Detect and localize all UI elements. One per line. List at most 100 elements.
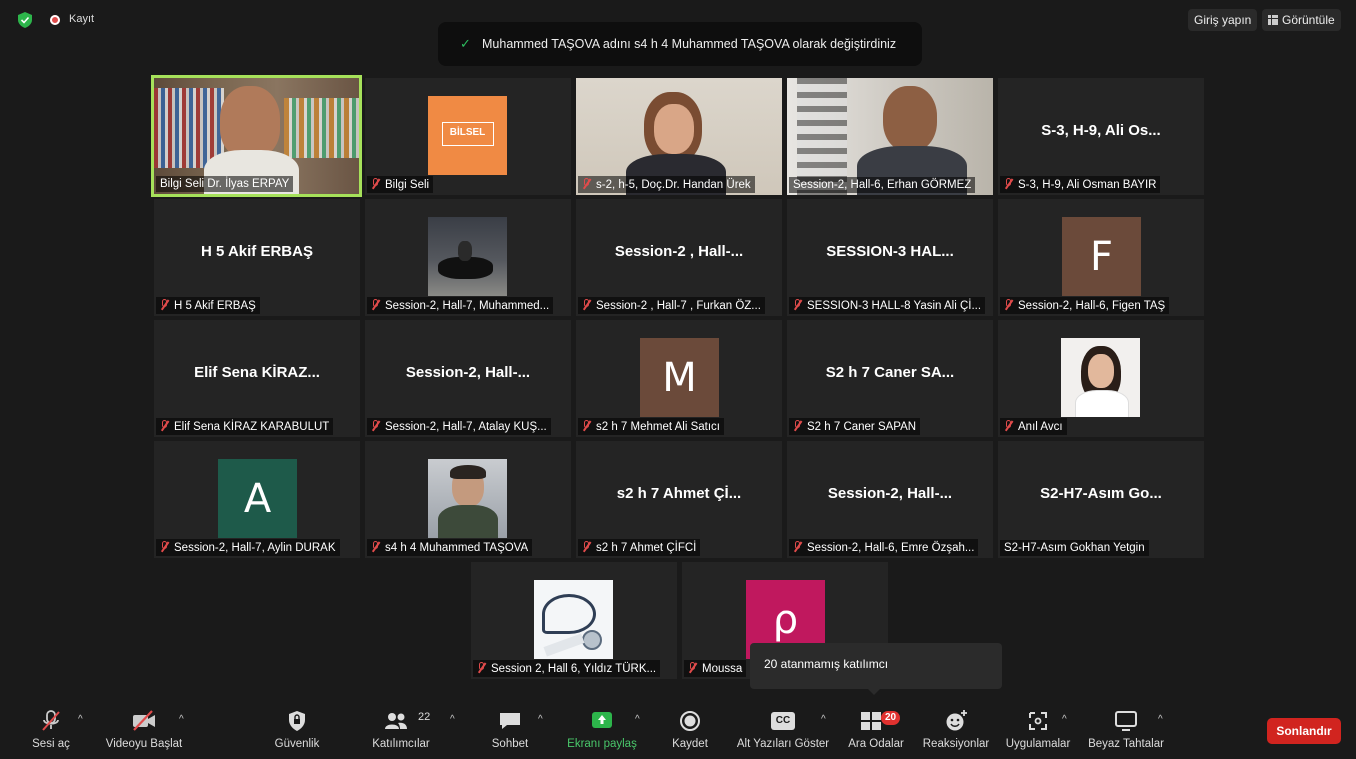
- notification-text: Muhammed TAŞOVA adını s4 h 4 Muhammed TA…: [482, 37, 897, 51]
- participant-name: s4 h 4 Muhammed TAŞOVA: [367, 539, 533, 556]
- avatar: F: [1062, 217, 1141, 296]
- security-label: Güvenlik: [274, 738, 320, 750]
- participant-name: s-2, h-5, Doç.Dr. Handan Ürek: [578, 176, 755, 193]
- avatar: A: [218, 459, 297, 538]
- participant-name: Session-2 , Hall-7 , Furkan ÖZ...: [578, 297, 765, 314]
- participant-name: SESSION-3 HALL-8 Yasin Ali Çİ...: [789, 297, 986, 314]
- participant-name: Elif Sena KİRAZ KARABULUT: [156, 418, 334, 435]
- participant-tile[interactable]: Session 2, Hall 6, Yıldız TÜRK...: [471, 562, 677, 679]
- participant-big-name: Elif Sena KİRAZ...: [194, 364, 320, 381]
- end-meeting-button[interactable]: Sonlandır: [1267, 718, 1341, 744]
- shield-icon: [289, 711, 305, 731]
- profile-photo: [428, 217, 507, 296]
- view-button[interactable]: Görüntüle: [1262, 9, 1341, 31]
- apps-button[interactable]: Uygulamalar: [1000, 703, 1076, 759]
- checkmark-icon: ✓: [460, 36, 471, 51]
- participant-big-name: Session-2 , Hall-...: [614, 243, 744, 260]
- recording-label[interactable]: Kayıt: [69, 13, 94, 25]
- participant-name: Session-2, Hall-7, Muhammed...: [367, 297, 554, 314]
- mic-muted-icon: [477, 662, 486, 674]
- chevron-up-icon[interactable]: ^: [450, 714, 455, 725]
- unmute-button[interactable]: Sesi aç: [24, 703, 78, 759]
- mic-muted-icon: [793, 420, 802, 432]
- login-button[interactable]: Giriş yapın: [1188, 9, 1258, 31]
- breakout-tooltip: 20 atanmamış katılımcı: [750, 643, 1002, 695]
- participant-tile[interactable]: s-2, h-5, Doç.Dr. Handan Ürek: [576, 78, 782, 195]
- participant-tile[interactable]: F Session-2, Hall-6, Figen TAŞ: [998, 199, 1204, 316]
- chevron-up-icon[interactable]: ^: [179, 714, 184, 725]
- reactions-button[interactable]: Reaksiyonlar: [920, 703, 992, 759]
- participants-count: 22: [418, 711, 431, 723]
- share-screen-button[interactable]: Ekranı paylaş: [564, 703, 640, 759]
- participant-big-name: SESSION-3 HAL...: [826, 243, 954, 260]
- participant-big-name: S2 h 7 Caner SA...: [825, 364, 955, 381]
- mic-muted-icon: [582, 541, 591, 553]
- captions-label: Alt Yazıları Göster: [736, 738, 830, 750]
- participant-name: Session-2, Hall-6, Erhan GÖRMEZ: [789, 177, 976, 193]
- chevron-up-icon[interactable]: ^: [821, 714, 826, 725]
- participant-tile[interactable]: S-3, H-9, Ali Os... S-3, H-9, Ali Osman …: [998, 78, 1204, 195]
- chevron-up-icon[interactable]: ^: [1062, 714, 1067, 725]
- participant-tile[interactable]: SESSION-3 HAL... SESSION-3 HALL-8 Yasin …: [787, 199, 993, 316]
- chevron-up-icon[interactable]: ^: [78, 714, 83, 725]
- participant-tile[interactable]: M s2 h 7 Mehmet Ali Satıcı: [576, 320, 782, 437]
- mic-muted-icon: [371, 541, 380, 553]
- captions-button[interactable]: CC Alt Yazıları Göster: [734, 703, 832, 759]
- participant-tile[interactable]: BİLSEL Bilgi Seli: [365, 78, 571, 195]
- whiteboards-button[interactable]: Beyaz Tahtalar: [1084, 703, 1168, 759]
- mic-muted-icon: [793, 541, 802, 553]
- participant-big-name: H 5 Akif ERBAŞ: [201, 243, 313, 260]
- closed-captions-icon: CC: [771, 712, 795, 730]
- record-button[interactable]: Kaydet: [664, 703, 716, 759]
- video-off-icon: [133, 710, 155, 731]
- chevron-up-icon[interactable]: ^: [1158, 714, 1163, 725]
- meeting-toolbar: Sesi aç ^ Videoyu Başlat ^ Güvenlik Katı…: [0, 703, 1356, 759]
- start-video-button[interactable]: Videoyu Başlat: [101, 703, 187, 759]
- participant-tile[interactable]: A Session-2, Hall-7, Aylin DURAK: [154, 441, 360, 558]
- chevron-up-icon[interactable]: ^: [635, 714, 640, 725]
- participant-tile[interactable]: Session-2, Hall-7, Muhammed...: [365, 199, 571, 316]
- participant-name: H 5 Akif ERBAŞ: [156, 297, 260, 314]
- participant-tile[interactable]: H 5 Akif ERBAŞ H 5 Akif ERBAŞ: [154, 199, 360, 316]
- participant-name: S2 h 7 Caner SAPAN: [789, 418, 921, 435]
- mic-muted-icon: [582, 420, 591, 432]
- share-screen-label: Ekranı paylaş: [567, 738, 637, 750]
- participant-name: Session 2, Hall 6, Yıldız TÜRK...: [473, 660, 661, 677]
- avatar: M: [640, 338, 719, 417]
- participant-tile[interactable]: Session-2, Hall-... Session-2, Hall-6, E…: [787, 441, 993, 558]
- mic-muted-icon: [688, 662, 697, 674]
- mic-muted-icon: [42, 710, 60, 731]
- breakout-rooms-label: Ara Odalar: [848, 738, 904, 750]
- participant-name: S-3, H-9, Ali Osman BAYIR: [1000, 176, 1161, 193]
- record-icon: [680, 711, 700, 731]
- apps-icon: [1029, 712, 1047, 730]
- chat-button[interactable]: Sohbet: [484, 703, 536, 759]
- profile-photo: [428, 459, 507, 538]
- participant-tile[interactable]: Bilgi Seli Dr. İlyas ERPAY: [151, 75, 362, 197]
- breakout-rooms-icon: [861, 712, 881, 730]
- participant-name: Bilgi Seli Dr. İlyas ERPAY: [156, 176, 294, 192]
- chevron-up-icon[interactable]: ^: [538, 714, 543, 725]
- chat-icon: [500, 713, 520, 729]
- participant-tile[interactable]: S2-H7-Asım Go... S2-H7-Asım Gokhan Yetgi…: [998, 441, 1204, 558]
- bilsel-logo: BİLSEL: [428, 96, 507, 175]
- participant-tile[interactable]: s4 h 4 Muhammed TAŞOVA: [365, 441, 571, 558]
- apps-label: Uygulamalar: [1005, 738, 1071, 750]
- participant-tile[interactable]: Session-2, Hall-... Session-2, Hall-7, A…: [365, 320, 571, 437]
- participant-tile[interactable]: S2 h 7 Caner SA... S2 h 7 Caner SAPAN: [787, 320, 993, 437]
- participant-tile[interactable]: s2 h 7 Ahmet Çİ... s2 h 7 Ahmet ÇİFCİ: [576, 441, 782, 558]
- participant-tile[interactable]: Session-2, Hall-6, Erhan GÖRMEZ: [787, 78, 993, 195]
- grid-icon: [1268, 15, 1278, 25]
- mic-muted-icon: [371, 178, 380, 190]
- shield-check-icon[interactable]: [18, 12, 32, 28]
- participant-tile[interactable]: Session-2 , Hall-... Session-2 , Hall-7 …: [576, 199, 782, 316]
- participant-tile[interactable]: Anıl Avcı: [998, 320, 1204, 437]
- mic-muted-icon: [582, 178, 591, 190]
- breakout-rooms-button[interactable]: Ara Odalar: [844, 703, 908, 759]
- participant-name: Anıl Avcı: [1000, 418, 1067, 435]
- security-button[interactable]: Güvenlik: [267, 703, 327, 759]
- participants-icon: [385, 713, 407, 729]
- chat-label: Sohbet: [491, 738, 529, 750]
- profile-photo: [1061, 338, 1140, 417]
- participant-tile[interactable]: Elif Sena KİRAZ... Elif Sena KİRAZ KARAB…: [154, 320, 360, 437]
